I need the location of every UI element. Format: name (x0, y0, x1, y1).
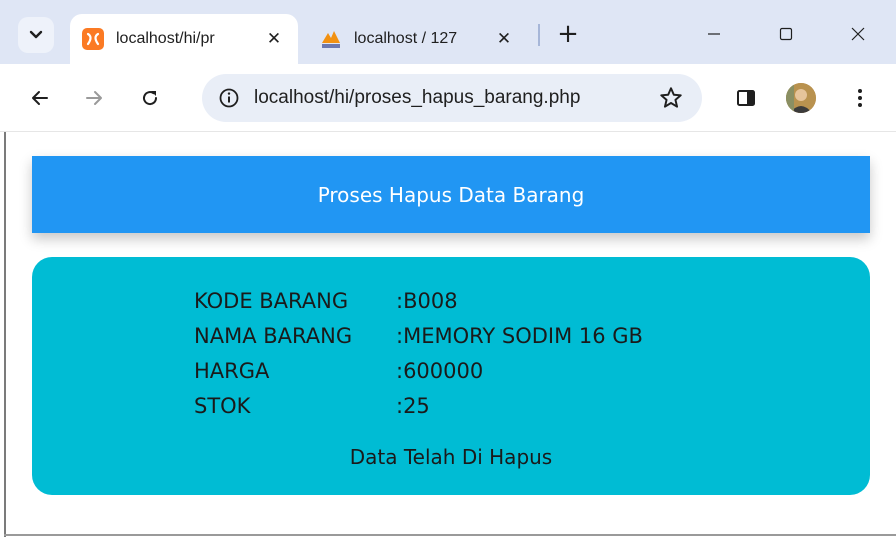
xampp-icon (82, 28, 104, 50)
tab-title: localhost / 127 (354, 30, 458, 47)
field-value: :MEMORY SODIM 16 GB (396, 323, 643, 348)
new-tab-button[interactable]: + (552, 18, 584, 50)
chevron-down-icon (29, 30, 43, 39)
table-row: STOK :25 (194, 388, 643, 423)
forward-button[interactable] (76, 80, 112, 116)
close-icon (851, 27, 865, 41)
profile-avatar[interactable] (786, 83, 816, 113)
side-panel-button[interactable] (728, 80, 764, 116)
field-label: NAMA BARANG (194, 323, 353, 348)
close-tab-icon[interactable]: ✕ (262, 27, 286, 51)
window-border-left (4, 132, 6, 537)
more-vert-icon (858, 89, 862, 107)
close-tab-icon[interactable]: ✕ (492, 27, 516, 51)
field-label: HARGA (194, 358, 270, 383)
page-title: Proses Hapus Data Barang (317, 182, 585, 207)
field-value: :600000 (396, 358, 484, 383)
minimize-button[interactable] (694, 16, 734, 52)
reload-icon (143, 91, 158, 106)
window-border-bottom (4, 534, 896, 536)
menu-button[interactable] (842, 80, 878, 116)
phpmyadmin-icon (320, 28, 342, 50)
table-row: KODE BARANG :B008 (194, 283, 643, 318)
field-label: STOK (194, 393, 251, 418)
site-info-icon[interactable] (218, 87, 240, 109)
maximize-icon (779, 27, 793, 41)
tab-phpmyadmin[interactable]: localhost / 127 ✕ (308, 14, 528, 64)
reload-button[interactable] (132, 80, 168, 116)
address-url[interactable]: localhost/hi/proses_hapus_barang.php (254, 87, 658, 109)
arrow-left-icon (32, 91, 48, 105)
close-window-button[interactable] (838, 16, 878, 52)
bookmark-star-icon[interactable] (658, 85, 684, 111)
avatar-icon (786, 83, 816, 113)
tab-title: localhost/hi/pr (116, 30, 215, 47)
detail-card: KODE BARANG :B008 NAMA BARANG :MEMORY SO… (32, 257, 870, 495)
field-value: :25 (396, 393, 430, 418)
back-button[interactable] (22, 80, 58, 116)
minimize-icon (708, 33, 720, 35)
table-row: NAMA BARANG :MEMORY SODIM 16 GB (194, 318, 643, 353)
arrow-right-icon (86, 91, 102, 105)
tab-separator (538, 24, 540, 46)
browser-toolbar: localhost/hi/proses_hapus_barang.php (0, 64, 896, 132)
status-message: Data Telah Di Hapus (349, 445, 553, 469)
tab-localhost-hi[interactable]: localhost/hi/pr ✕ (70, 14, 298, 64)
tab-strip: localhost/hi/pr ✕ localhost / 127 ✕ + (0, 0, 896, 64)
tab-search-button[interactable] (18, 17, 54, 53)
address-bar[interactable]: localhost/hi/proses_hapus_barang.php (202, 74, 702, 122)
table-row: HARGA :600000 (194, 353, 643, 388)
maximize-button[interactable] (766, 16, 806, 52)
page-header: Proses Hapus Data Barang (32, 156, 870, 233)
side-panel-icon (737, 90, 755, 106)
detail-table: KODE BARANG :B008 NAMA BARANG :MEMORY SO… (194, 283, 643, 423)
field-label: KODE BARANG (194, 288, 349, 313)
field-value: :B008 (396, 288, 458, 313)
